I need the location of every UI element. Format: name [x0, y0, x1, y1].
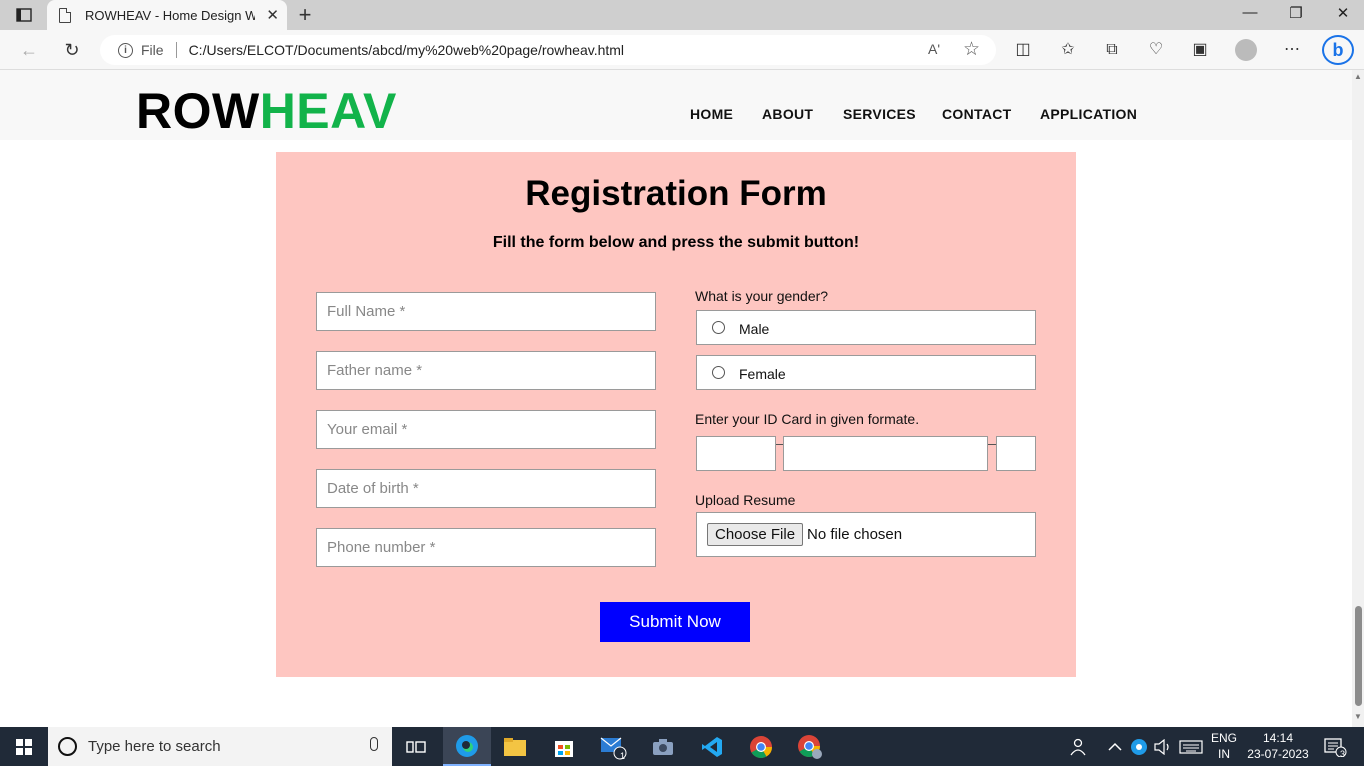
url-scheme-label: File [141, 42, 164, 58]
refresh-icon[interactable]: ↻ [59, 38, 85, 62]
clock-time: 14:14 [1262, 731, 1294, 745]
notification-count: 3 [1340, 749, 1346, 759]
id-part2-input[interactable] [783, 436, 988, 471]
taskbar-search[interactable]: Type here to search [48, 727, 392, 766]
vscode-icon[interactable] [697, 732, 727, 762]
split-screen-icon[interactable]: ◫ [1012, 39, 1034, 61]
gender-option-male[interactable]: Male [696, 310, 1036, 345]
file-explorer-icon[interactable] [500, 732, 530, 762]
url-text[interactable]: C:/Users/ELCOT/Documents/abcd/my%20web%2… [189, 42, 624, 58]
restore-icon[interactable]: ❐ [1273, 4, 1319, 22]
task-view-icon[interactable] [401, 732, 431, 762]
id-part3-input[interactable] [996, 436, 1036, 471]
new-tab-icon[interactable]: + [292, 2, 318, 28]
browser-toolbar: ← ↻ i File C:/Users/ELCOT/Documents/abcd… [0, 30, 1364, 70]
form-subtitle: Fill the form below and press the submit… [492, 234, 860, 251]
info-icon[interactable]: i [118, 42, 133, 58]
search-placeholder: Type here to search [88, 738, 221, 755]
microphone-icon[interactable] [370, 737, 378, 751]
id-part1-input[interactable] [696, 436, 776, 471]
browser-tab-bar: ROWHEAV - Home Design Website ✕ + — ❐ ✕ [0, 0, 1364, 30]
browser-tab[interactable]: ROWHEAV - Home Design Website ✕ [47, 0, 287, 30]
touch-keyboard-icon[interactable] [1176, 732, 1206, 762]
chrome-profile-icon[interactable] [795, 732, 825, 762]
read-aloud-icon[interactable]: Aʹ [928, 41, 940, 57]
site-logo[interactable]: ROWHEAV [136, 86, 397, 136]
notification-center-icon[interactable]: 3 [1320, 732, 1350, 762]
volume-icon[interactable] [1148, 732, 1178, 762]
radio-male[interactable] [712, 321, 725, 334]
file-status: No file chosen [807, 526, 903, 543]
people-icon[interactable] [1064, 732, 1094, 762]
camera-app-icon[interactable] [648, 732, 678, 762]
tab-close-icon[interactable]: ✕ [266, 6, 279, 24]
address-bar[interactable]: i File C:/Users/ELCOT/Documents/abcd/my%… [100, 35, 996, 65]
scrollbar-thumb[interactable] [1355, 606, 1362, 706]
input-language[interactable]: ENG IN [1207, 731, 1241, 762]
id-separator [988, 444, 996, 445]
favorite-star-icon[interactable]: ☆ [963, 38, 980, 61]
full-name-input[interactable] [316, 292, 656, 331]
minimize-icon[interactable]: — [1227, 4, 1273, 21]
browser-essentials-icon[interactable]: ♡ [1145, 39, 1167, 61]
form-title: Registration Form [525, 174, 827, 213]
logo-part1: ROW [136, 83, 260, 139]
close-window-icon[interactable]: ✕ [1320, 4, 1364, 22]
radio-female-label: Female [739, 365, 786, 382]
clock[interactable]: 14:14 23-07-2023 [1245, 731, 1311, 762]
id-card-label: Enter your ID Card in given formate. [695, 411, 920, 427]
upload-resume-label: Upload Resume [695, 492, 796, 508]
gender-option-female[interactable]: Female [696, 355, 1036, 390]
nav-application[interactable]: APPLICATION [1040, 106, 1137, 122]
windows-taskbar: Type here to search 1 ENG IN 14:14 23-07… [0, 727, 1364, 766]
page-icon [59, 7, 71, 23]
language-code: ENG [1210, 731, 1237, 745]
choose-file-button[interactable]: Choose File [707, 523, 804, 546]
start-button[interactable] [0, 727, 48, 766]
registration-form: Registration Form Fill the form below an… [276, 152, 1076, 677]
more-menu-icon[interactable]: ⋯ [1281, 39, 1303, 61]
divider [175, 42, 177, 58]
clock-date: 23-07-2023 [1247, 746, 1309, 761]
collections-icon[interactable]: ⧉ [1101, 39, 1123, 61]
nav-home[interactable]: HOME [690, 106, 733, 122]
site-header: ROWHEAV HOME ABOUT SERVICES CONTACT APPL… [0, 70, 1352, 140]
chrome-icon[interactable] [746, 732, 776, 762]
back-icon[interactable]: ← [16, 38, 42, 62]
scroll-down-icon[interactable]: ▼ [1354, 712, 1362, 721]
edge-app-icon[interactable] [443, 727, 491, 766]
father-name-input[interactable] [316, 351, 656, 390]
favorites-icon[interactable]: ✩ [1057, 39, 1079, 61]
microsoft-store-icon[interactable] [549, 732, 579, 762]
radio-female[interactable] [712, 366, 725, 379]
submit-button[interactable]: Submit Now [600, 602, 750, 642]
cortana-icon [58, 737, 77, 756]
phone-input[interactable] [316, 528, 656, 567]
tab-actions-icon[interactable] [8, 4, 40, 26]
dob-input[interactable] [316, 469, 656, 508]
windows-logo-icon [16, 738, 32, 755]
logo-part2: HEAV [259, 83, 397, 139]
scroll-up-icon[interactable]: ▲ [1354, 72, 1362, 81]
nav-about[interactable]: ABOUT [762, 106, 813, 122]
profile-avatar[interactable] [1235, 39, 1257, 61]
nav-contact[interactable]: CONTACT [942, 106, 1012, 122]
gender-label: What is your gender? [695, 288, 829, 304]
email-input[interactable] [316, 410, 656, 449]
resume-upload-field: Choose File No file chosen [696, 512, 1036, 557]
radio-male-label: Male [739, 320, 770, 337]
nav-services[interactable]: SERVICES [843, 106, 916, 122]
region-code: IN [1218, 746, 1230, 761]
bing-copilot-icon[interactable]: b [1322, 35, 1354, 65]
tab-title: ROWHEAV - Home Design Website [85, 7, 255, 23]
sidebar-icon[interactable]: ▣ [1189, 39, 1211, 61]
mail-badge: 1 [620, 751, 626, 761]
mail-icon[interactable]: 1 [598, 732, 628, 762]
